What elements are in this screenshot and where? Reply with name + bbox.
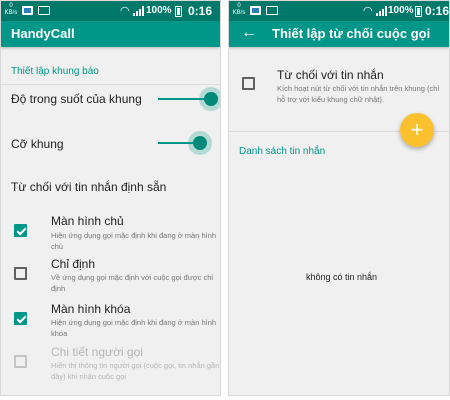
transparency-label: Độ trong suốt của khung [11, 92, 142, 106]
arrow-back-icon[interactable]: ← [241, 24, 257, 42]
home-screen-checkbox[interactable] [14, 224, 27, 237]
transparency-slider-thumb[interactable] [204, 92, 218, 106]
battery-percent: 100% [388, 5, 414, 16]
clock: 0:16 [425, 4, 450, 18]
screen-settings: 0 KB/s ◠ 100% 0:16 HandyCall Thiết lập k… [0, 0, 221, 396]
option-desc: Hiện ứng dụng gọi mặc định khi đang ở mà… [51, 318, 217, 338]
screen-reject-settings: 0 KB/s ◠ 100% 0:16 ← Thiết lập từ chối c… [228, 0, 450, 396]
option-title: Màn hình chủ [51, 214, 124, 228]
app-title: HandyCall [11, 26, 75, 41]
image-notification-icon [250, 6, 261, 15]
empty-list-message: không có tin nhắn [306, 272, 378, 282]
section-frame-header: Thiết lập khung báo [11, 66, 99, 77]
size-slider-thumb[interactable] [193, 136, 207, 150]
option-desc: Hiển thị thông tin người gọi (cuộc gọi, … [51, 361, 220, 381]
option-title: Màn hình khóa [51, 302, 131, 316]
caller-details-checkbox [14, 355, 27, 368]
status-bar: 0 KB/s ◠ 100% 0:16 [1, 1, 220, 21]
wifi-icon: ◠ [363, 5, 373, 17]
option-desc: Hiện ứng dụng gọi mặc định khi đang ở mà… [51, 231, 217, 251]
option-title: Chi tiết người gọi [51, 345, 143, 359]
app-bar: ← Thiết lập từ chối cuộc gọi [229, 21, 449, 47]
status-bar: 0 KB/s ◠ 100% 0:16 [229, 1, 449, 21]
message-list-header: Danh sách tin nhắn [239, 146, 326, 157]
image-notification-icon [22, 6, 33, 15]
reject-title: Từ chối với tin nhắn [277, 68, 384, 82]
divider [1, 84, 220, 85]
reject-desc: Kích hoạt nút từ chối với tin nhắn trên … [277, 84, 440, 104]
signal-icon [376, 6, 387, 16]
add-message-button[interactable]: + [400, 113, 434, 147]
net-speed: 0 KB/s [4, 3, 18, 16]
battery-icon [415, 6, 422, 17]
app-title: Thiết lập từ chối cuộc gọi [272, 26, 431, 41]
clock: 0:16 [188, 4, 213, 18]
option-desc: Về ứng dụng gọi mặc định với cuộc gọi đư… [51, 273, 214, 293]
reject-with-message-checkbox[interactable] [242, 77, 255, 90]
battery-percent: 100% [146, 5, 172, 16]
size-label: Cỡ khung [11, 137, 64, 151]
lock-screen-checkbox[interactable] [14, 312, 27, 325]
specified-checkbox[interactable] [14, 267, 27, 280]
app-bar: HandyCall [1, 21, 220, 47]
message-notification-icon [266, 6, 278, 15]
signal-icon [133, 6, 144, 16]
wifi-icon: ◠ [120, 5, 130, 17]
message-notification-icon [38, 6, 50, 15]
reject-section-header: Từ chối với tin nhắn định sẵn [11, 180, 167, 194]
net-speed: 0 KB/s [232, 3, 246, 16]
battery-icon [175, 6, 182, 17]
option-title: Chỉ định [51, 257, 96, 271]
